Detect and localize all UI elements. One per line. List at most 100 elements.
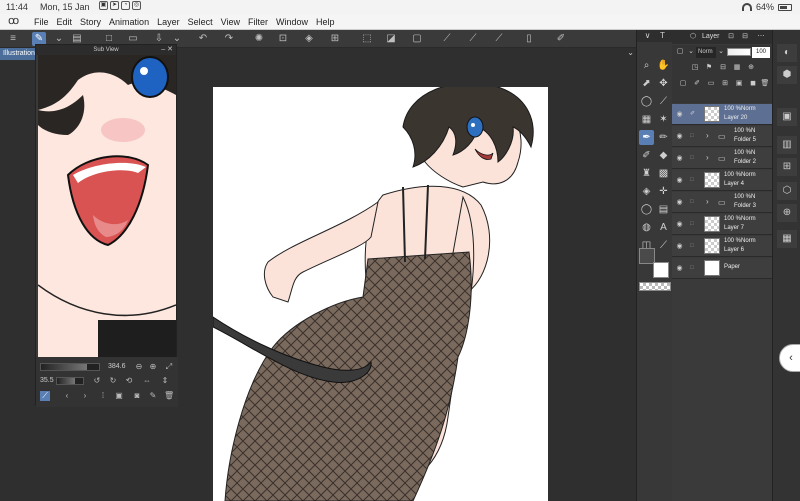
layer-search-icon[interactable]: ⊟	[740, 32, 750, 42]
zoom-out-icon[interactable]: ⊖	[134, 362, 144, 372]
layer-row[interactable]: ◉ ✐ 100 %Norm Layer 20	[672, 104, 772, 125]
snap-grid-icon[interactable]: ⟋	[492, 32, 506, 46]
folder-row[interactable]: ◉ □ › ▭ 100 %N Folder 5	[672, 126, 772, 147]
menu-animation[interactable]: Animation	[109, 17, 149, 27]
redo-icon[interactable]: ↷	[222, 32, 236, 46]
lock-box-icon[interactable]: □	[690, 198, 698, 206]
draft-layer-icon[interactable]: ⊕	[746, 63, 756, 73]
auto-action-icon[interactable]: ⬡	[777, 182, 797, 200]
clip-studio-logo-icon[interactable]: ꝏ	[8, 15, 22, 28]
import-image-icon[interactable]: ▣	[114, 391, 124, 401]
edit-shortcut-icon[interactable]: ✐	[554, 32, 568, 46]
menu-window[interactable]: Window	[276, 17, 308, 27]
eyedropper-icon[interactable]: ⟋	[40, 391, 50, 401]
blend-mode-select[interactable]: Norm	[696, 47, 716, 58]
new-folder-icon[interactable]: ▭	[706, 79, 716, 89]
brush-tool-icon[interactable]: ✐	[639, 148, 654, 163]
opacity-value[interactable]: 100	[752, 47, 770, 58]
eye-icon[interactable]: ◉	[675, 110, 684, 119]
menu-edit[interactable]: Edit	[57, 17, 73, 27]
lock-box-icon[interactable]: □	[690, 220, 698, 228]
merge-down-icon[interactable]: ⊞	[720, 79, 730, 89]
folder-row[interactable]: ◉ □ › ▭ 100 %N Folder 2	[672, 148, 772, 169]
gradient-tool-icon[interactable]: ◍	[639, 220, 654, 235]
folder-expand-icon[interactable]: ›	[706, 153, 709, 162]
lock-box-icon[interactable]: □	[690, 264, 698, 272]
tab-chevron-down-icon[interactable]: ⌄	[627, 48, 634, 57]
history-icon[interactable]: ▦	[777, 230, 797, 248]
lock-box-icon[interactable]: □	[690, 242, 698, 250]
clip-layer-icon[interactable]: ◳	[690, 63, 700, 73]
menu-help[interactable]: Help	[316, 17, 335, 27]
palette-tab-icon[interactable]: ∨	[640, 28, 655, 43]
sub-color-swatch[interactable]	[653, 262, 669, 278]
eraser-tool-icon[interactable]: ◆	[656, 148, 671, 163]
deselect-icon[interactable]: ⬚	[360, 32, 374, 46]
layer-color-icon[interactable]: ▢	[675, 47, 685, 57]
lock-box-icon[interactable]: □	[690, 154, 698, 162]
layer-mask-icon[interactable]: ▣	[734, 79, 744, 89]
blend-tool-icon[interactable]: ▩	[656, 166, 671, 181]
lasso-tool-icon[interactable]: ◯	[639, 94, 654, 109]
material-icon[interactable]: ▣	[777, 108, 797, 126]
hamburger-menu-icon[interactable]: ≡	[6, 32, 20, 46]
blend-dropdown-icon[interactable]: ⌄	[716, 47, 726, 57]
item-bank-icon[interactable]: ⊕	[777, 204, 797, 222]
trash-icon[interactable]: 🗑	[164, 391, 174, 401]
decoration-tool-icon[interactable]: ✛	[656, 184, 671, 199]
edit-icon[interactable]: ✎	[148, 391, 158, 401]
layer-property-side-icon[interactable]: ⊞	[777, 158, 797, 176]
edge-panel-handle-icon[interactable]: ‹	[779, 344, 800, 372]
eye-icon[interactable]: ◉	[675, 242, 684, 251]
layer-row[interactable]: ◉ □ 100 %Norm Layer 7	[672, 214, 772, 235]
menu-file[interactable]: File	[34, 17, 49, 27]
lock-layer-icon[interactable]: ⊟	[718, 63, 728, 73]
pen-tool-icon[interactable]: ✒	[639, 130, 654, 145]
airbrush-tool-icon[interactable]: ♜	[639, 166, 654, 181]
select-all-icon[interactable]: ▢	[410, 32, 424, 46]
canvas-paper[interactable]	[213, 87, 548, 501]
color-wheel-icon[interactable]: ◐	[777, 44, 797, 62]
folder-row[interactable]: ◉ □ › ▭ 100 %N Folder 3	[672, 192, 772, 213]
object-tool-icon[interactable]: ⬈	[639, 76, 654, 91]
frame-tool-icon[interactable]: ▦	[639, 112, 654, 127]
layer-row[interactable]: ◉ □ 100 %Norm Layer 4	[672, 170, 772, 191]
lock-box-icon[interactable]: □	[690, 132, 698, 140]
eye-icon[interactable]: ◉	[675, 154, 684, 163]
new-vector-layer-icon[interactable]: ✐	[692, 79, 702, 89]
correct-line-tool-icon[interactable]: ⟋	[656, 238, 671, 253]
prev-image-icon[interactable]: ‹	[62, 391, 72, 401]
navigator-icon[interactable]: ▥	[777, 136, 797, 154]
zoom-fit-icon[interactable]: ⤢	[164, 362, 174, 372]
menu-view[interactable]: View	[221, 17, 240, 27]
new-raster-layer-icon[interactable]: ▢	[678, 79, 688, 89]
sub-view-titlebar[interactable]: Sub View – ✕	[36, 45, 176, 55]
reference-layer-icon[interactable]: ⚑	[704, 63, 714, 73]
grid-view-icon[interactable]: ⁞	[98, 391, 108, 401]
invert-selection-icon[interactable]: ◪	[384, 32, 398, 46]
next-image-icon[interactable]: ›	[80, 391, 90, 401]
clear-icon[interactable]: ✺	[252, 32, 266, 46]
rotation-slider[interactable]	[56, 377, 84, 385]
transparent-color-swatch[interactable]	[639, 282, 671, 291]
flip-horizontal-icon[interactable]: ⇔	[142, 376, 152, 386]
menu-filter[interactable]: Filter	[248, 17, 268, 27]
rotate-left-icon[interactable]: ↺	[92, 376, 102, 386]
paper-row[interactable]: ◉ □ Paper	[672, 258, 772, 279]
canvas-tab-illustration[interactable]: Illustration	[0, 48, 36, 60]
menu-story[interactable]: Story	[80, 17, 101, 27]
folder-expand-icon[interactable]: ›	[706, 131, 709, 140]
zoom-tool-icon[interactable]: ⌕	[639, 58, 654, 73]
clear-outside-icon[interactable]: ⊡	[276, 32, 290, 46]
eye-icon[interactable]: ◉	[675, 198, 684, 207]
eye-icon[interactable]: ◉	[675, 264, 684, 273]
layer-more-icon[interactable]: ⋯	[756, 32, 766, 42]
lock-alpha-icon[interactable]: ▦	[732, 63, 742, 73]
camera-icon[interactable]: ◙	[132, 391, 142, 401]
zoom-in-icon[interactable]: ⊕	[148, 362, 158, 372]
menu-layer[interactable]: Layer	[157, 17, 180, 27]
text-tool-icon[interactable]: A	[656, 220, 671, 235]
fill-icon[interactable]: ◈	[302, 32, 316, 46]
apply-mask-icon[interactable]: ◼	[748, 79, 758, 89]
flip-vertical-icon[interactable]: ⇕	[160, 376, 170, 386]
